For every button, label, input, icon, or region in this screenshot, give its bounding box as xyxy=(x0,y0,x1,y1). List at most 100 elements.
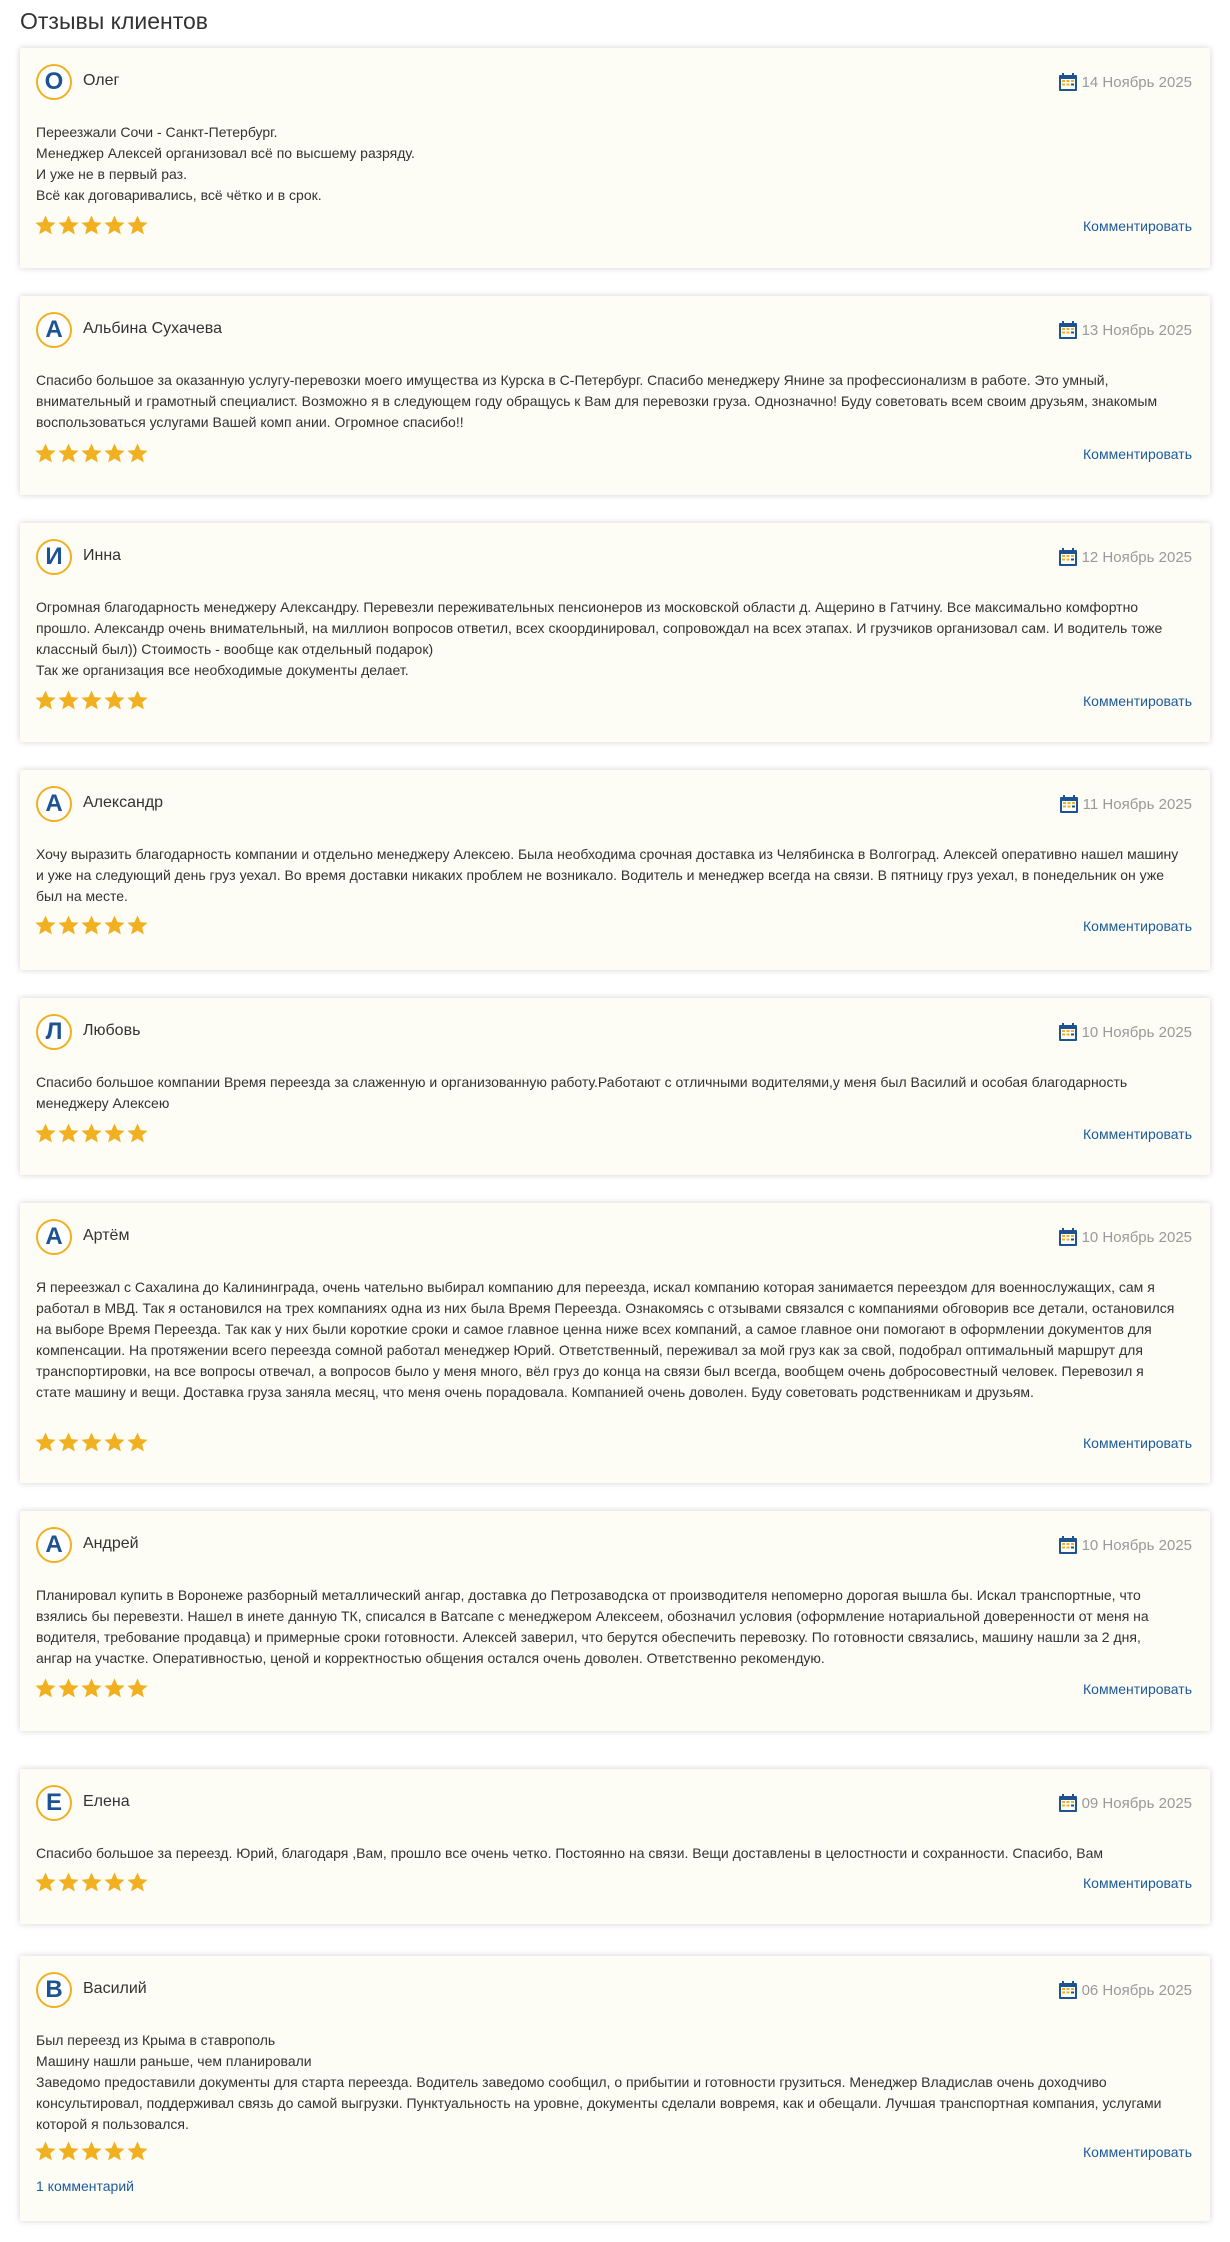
review-author: Артём xyxy=(83,1227,130,1244)
calendar-icon xyxy=(1058,548,1077,566)
review-card: А Артём 10 Ноябрь 2025 Я переезжал с Сах… xyxy=(20,1203,1210,1483)
review-author: Любовь xyxy=(83,1022,141,1039)
star-icon xyxy=(35,1123,56,1143)
review-card: А Альбина Сухачева 13 Ноябрь 2025 Спасиб… xyxy=(20,296,1210,495)
star-icon xyxy=(104,2141,125,2161)
star-icon xyxy=(127,443,148,463)
star-icon xyxy=(81,1432,102,1452)
review-text: Переезжали Сочи - Санкт-Петербург. Менед… xyxy=(36,124,415,203)
star-icon xyxy=(35,1872,56,1892)
star-icon xyxy=(104,1678,125,1698)
star-icon xyxy=(127,915,148,935)
comment-button[interactable]: Комментировать xyxy=(1083,1681,1192,1697)
review-text: Хочу выразить благодарность компании и о… xyxy=(36,846,1179,904)
star-icon xyxy=(104,215,125,235)
review-date-text: 10 Ноябрь 2025 xyxy=(1081,1023,1192,1041)
review-date-text: 14 Ноябрь 2025 xyxy=(1081,73,1192,91)
avatar: О xyxy=(36,64,72,100)
calendar-icon xyxy=(1058,1981,1077,1999)
comment-button[interactable]: Комментировать xyxy=(1083,1126,1192,1142)
rating-stars xyxy=(34,214,149,237)
star-icon xyxy=(81,215,102,235)
star-icon xyxy=(127,1432,148,1452)
rating-stars xyxy=(34,914,149,937)
star-icon xyxy=(58,1123,79,1143)
calendar-icon xyxy=(1058,1536,1077,1554)
star-icon xyxy=(58,2141,79,2161)
review-card: О Олег 14 Ноябрь 2025 Переезжали Сочи - … xyxy=(20,48,1210,268)
review-author: Елена xyxy=(83,1793,130,1810)
review-author: Александр xyxy=(83,794,164,811)
star-icon xyxy=(104,1872,125,1892)
star-icon xyxy=(35,443,56,463)
calendar-icon xyxy=(1058,1023,1077,1041)
star-icon xyxy=(58,915,79,935)
comment-button[interactable]: Комментировать xyxy=(1083,1435,1192,1451)
review-date: 10 Ноябрь 2025 xyxy=(1058,1227,1192,1247)
star-icon xyxy=(127,1678,148,1698)
comment-button[interactable]: Комментировать xyxy=(1083,2144,1192,2160)
review-date: 10 Ноябрь 2025 xyxy=(1058,1535,1192,1555)
avatar: А xyxy=(36,1219,72,1255)
review-date-text: 10 Ноябрь 2025 xyxy=(1081,1228,1192,1246)
review-text: Был переезд из Крыма в ставрополь Машину… xyxy=(36,2032,1162,2132)
star-icon xyxy=(127,690,148,710)
star-icon xyxy=(104,1432,125,1452)
star-icon xyxy=(58,1432,79,1452)
star-icon xyxy=(127,215,148,235)
review-card: В Василий 06 Ноябрь 2025 Был переезд из … xyxy=(20,1956,1210,2221)
star-icon xyxy=(81,690,102,710)
rating-stars xyxy=(34,1871,149,1894)
review-date: 14 Ноябрь 2025 xyxy=(1058,72,1192,92)
rating-stars xyxy=(34,2140,149,2163)
review-date-text: 11 Ноябрь 2025 xyxy=(1082,795,1192,813)
review-date: 09 Ноябрь 2025 xyxy=(1058,1793,1192,1813)
rating-stars xyxy=(34,689,149,712)
star-icon xyxy=(35,915,56,935)
review-author: Андрей xyxy=(83,1535,139,1552)
comment-button[interactable]: Комментировать xyxy=(1083,446,1192,462)
review-date: 10 Ноябрь 2025 xyxy=(1058,1022,1192,1042)
avatar: А xyxy=(36,1527,72,1563)
avatar: В xyxy=(36,1972,72,2008)
star-icon xyxy=(35,1678,56,1698)
star-icon xyxy=(35,1432,56,1452)
review-text: Я переезжал с Сахалина до Калининграда, … xyxy=(36,1279,1175,1400)
star-icon xyxy=(58,1678,79,1698)
star-icon xyxy=(35,690,56,710)
star-icon xyxy=(81,1123,102,1143)
calendar-icon xyxy=(1058,73,1077,91)
comment-button[interactable]: Комментировать xyxy=(1083,918,1192,934)
comment-button[interactable]: Комментировать xyxy=(1083,693,1192,709)
star-icon xyxy=(81,915,102,935)
review-card: Л Любовь 10 Ноябрь 2025 Спасибо большое … xyxy=(20,998,1210,1175)
star-icon xyxy=(81,1678,102,1698)
calendar-icon xyxy=(1059,795,1078,813)
review-date-text: 06 Ноябрь 2025 xyxy=(1081,1981,1192,1999)
rating-stars xyxy=(34,1431,149,1454)
comment-button[interactable]: Комментировать xyxy=(1083,1875,1192,1891)
page-title: Отзывы клиентов xyxy=(20,8,209,34)
rating-stars xyxy=(34,1677,149,1700)
review-card: И Инна 12 Ноябрь 2025 Огромная благодарн… xyxy=(20,523,1210,742)
review-card: А Александр 11 Ноябрь 2025 Хочу выразить… xyxy=(20,770,1210,970)
avatar: А xyxy=(36,312,72,348)
star-icon xyxy=(127,1123,148,1143)
comments-count-link[interactable]: 1 комментарий xyxy=(36,2178,134,2194)
comment-button[interactable]: Комментировать xyxy=(1083,218,1192,234)
review-text: Спасибо большое за оказанную услугу-пере… xyxy=(36,372,1158,430)
review-author: Олег xyxy=(83,72,120,89)
star-icon xyxy=(58,1872,79,1892)
star-icon xyxy=(81,443,102,463)
star-icon xyxy=(127,1872,148,1892)
star-icon xyxy=(104,915,125,935)
rating-stars xyxy=(34,442,149,465)
star-icon xyxy=(81,2141,102,2161)
review-author: Альбина Сухачева xyxy=(83,320,222,337)
star-icon xyxy=(35,2141,56,2161)
star-icon xyxy=(58,443,79,463)
calendar-icon xyxy=(1058,1794,1077,1812)
star-icon xyxy=(81,1872,102,1892)
star-icon xyxy=(35,215,56,235)
review-card: Е Елена 09 Ноябрь 2025 Спасибо большое з… xyxy=(20,1769,1210,1924)
